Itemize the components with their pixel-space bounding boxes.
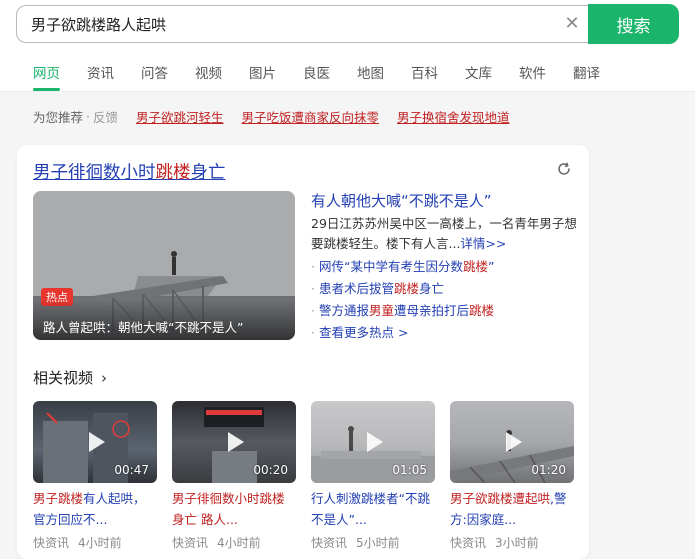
related-link[interactable]: · 患者术后拔管跳楼身亡 — [311, 278, 581, 300]
related-link-highlight: 跳楼 — [462, 259, 488, 274]
details-link[interactable]: 详情>> — [460, 236, 506, 251]
video-title-highlight: 男子徘徊数小时跳楼 — [172, 491, 285, 506]
video-title[interactable]: 男子徘徊数小时跳楼身亡 路人... — [172, 488, 296, 530]
tab-software[interactable]: 软件 — [519, 64, 546, 86]
related-link-text: 患者术后拔管 — [318, 281, 394, 296]
tab-medical[interactable]: 良医 — [303, 64, 330, 86]
video-time: 4小时前 — [217, 536, 261, 550]
video-thumbnail[interactable]: 01:20 — [450, 401, 574, 483]
tab-baike[interactable]: 百科 — [411, 64, 438, 86]
related-link-text: 网传“某中学有考生因分数 — [318, 259, 463, 274]
related-links: · 网传“某中学有考生因分数跳楼” · 患者术后拔管跳楼身亡 · 警方通报男童遭母亲拍… — [311, 256, 581, 344]
tab-map[interactable]: 地图 — [357, 64, 384, 86]
news-description-text: 29日江苏苏州吴中区一高楼上，一名青年男子想要跳楼轻生。楼下有人言... — [311, 216, 577, 251]
related-videos-label: 相关视频 — [33, 369, 94, 387]
search-button[interactable]: 搜索 — [588, 4, 679, 44]
person-figure — [172, 257, 176, 275]
top-bar: ✕ 搜索 网页 资讯 问答 视频 图片 良医 地图 百科 文库 软件 翻译 — [0, 0, 695, 92]
related-link-text: 遭母亲拍打后 — [394, 303, 470, 318]
video-title-highlight: 行人刺激跳楼 — [311, 491, 387, 506]
video-title[interactable]: 男子跳楼有人起哄，官方回应不... — [33, 488, 157, 530]
play-icon — [506, 432, 522, 452]
feedback-link[interactable]: 反馈 — [93, 107, 118, 126]
related-link-text: ” — [487, 259, 495, 274]
related-link-text: 身亡 — [419, 281, 445, 296]
video-item[interactable]: 01:05 行人刺激跳楼者“不跳不是人”... 快资讯 5小时前 — [311, 401, 435, 551]
recommend-separator: · — [86, 109, 90, 124]
tab-news[interactable]: 资讯 — [87, 64, 114, 86]
card-title-highlight: 跳楼 — [155, 163, 191, 183]
video-meta: 快资讯 4小时前 — [33, 534, 157, 551]
related-link-highlight: 男童 — [369, 303, 395, 318]
related-link[interactable]: · 警方通报男童遭母亲拍打后跳楼 — [311, 300, 581, 322]
more-hot-link[interactable]: · 查看更多热点 > — [311, 322, 581, 344]
tab-image[interactable]: 图片 — [249, 64, 276, 86]
video-title[interactable]: 男子欲跳楼遭起哄,警方:因家庭... — [450, 488, 574, 530]
video-title[interactable]: 行人刺激跳楼者“不跳不是人”... — [311, 488, 435, 530]
news-summary: 有人朝他大喊“不跳不是人” 29日江苏苏州吴中区一高楼上，一名青年男子想要跳楼轻… — [311, 191, 581, 344]
tab-wenku[interactable]: 文库 — [465, 64, 492, 86]
related-link[interactable]: · 网传“某中学有考生因分数跳楼” — [311, 256, 581, 278]
hot-news-card: 男子徘徊数小时跳楼身亡 热点 路人曾起哄：朝他大喊“不跳不是人” 有人朝他大喊“… — [17, 145, 589, 559]
news-description: 29日江苏苏州吴中区一高楼上，一名青年男子想要跳楼轻生。楼下有人言...详情>> — [311, 214, 581, 254]
video-time: 3小时前 — [495, 536, 539, 550]
video-meta: 快资讯 3小时前 — [450, 534, 574, 551]
chevron-right-icon: › — [101, 369, 108, 387]
search-input[interactable] — [31, 6, 551, 42]
recommend-link[interactable]: 男子吃饭遭商家反向抹零 — [242, 107, 380, 126]
news-title[interactable]: 有人朝他大喊“不跳不是人” — [311, 191, 581, 211]
recommend-link[interactable]: 男子欲跳河轻生 — [136, 107, 224, 126]
recommend-label: 为您推荐 — [33, 110, 84, 125]
video-duration: 00:47 — [114, 463, 149, 477]
recommend-link[interactable]: 男子换宿舍发现地道 — [397, 107, 510, 126]
nav-tabs: 网页 资讯 问答 视频 图片 良医 地图 百科 文库 软件 翻译 — [33, 64, 627, 86]
play-icon — [228, 432, 244, 452]
video-meta: 快资讯 5小时前 — [311, 534, 435, 551]
refresh-icon[interactable] — [556, 161, 572, 177]
video-time: 4小时前 — [78, 536, 122, 550]
play-icon — [89, 432, 105, 452]
recommendation-bar: 为您推荐 · 反馈 男子欲跳河轻生 男子吃饭遭商家反向抹零 男子换宿舍发现地道 — [33, 107, 510, 126]
video-title-highlight: 男子跳楼 — [33, 491, 84, 506]
play-icon — [367, 432, 383, 452]
hero-caption: 路人曾起哄：朝他大喊“不跳不是人” — [33, 300, 295, 340]
video-duration: 01:20 — [531, 463, 566, 477]
video-item[interactable]: 01:20 男子欲跳楼遭起哄,警方:因家庭... 快资讯 3小时前 — [450, 401, 574, 551]
video-time: 5小时前 — [356, 536, 400, 550]
video-item[interactable]: 00:47 男子跳楼有人起哄，官方回应不... 快资讯 4小时前 — [33, 401, 157, 551]
video-source: 快资讯 — [172, 536, 209, 550]
video-meta: 快资讯 4小时前 — [172, 534, 296, 551]
tab-translate[interactable]: 翻译 — [573, 64, 600, 86]
tab-web[interactable]: 网页 — [33, 64, 60, 86]
card-title-post: 身亡 — [190, 163, 226, 183]
video-source: 快资讯 — [33, 536, 70, 550]
video-title-text: 身亡 路人... — [172, 512, 238, 527]
close-icon[interactable]: ✕ — [563, 15, 581, 33]
video-source: 快资讯 — [450, 536, 487, 550]
video-thumbnail[interactable]: 00:47 — [33, 401, 157, 483]
more-hot-text: 查看更多热点 > — [318, 325, 409, 340]
search-box[interactable]: ✕ — [16, 5, 591, 43]
video-thumbnail[interactable]: 00:20 — [172, 401, 296, 483]
video-source: 快资讯 — [311, 536, 348, 550]
related-link-highlight: 跳楼 — [469, 303, 495, 318]
tab-video[interactable]: 视频 — [195, 64, 222, 86]
related-link-text: 警方通报 — [318, 303, 369, 318]
hero-image[interactable]: 热点 路人曾起哄：朝他大喊“不跳不是人” — [33, 191, 295, 340]
card-title-pre: 男子徘徊数小时 — [33, 163, 156, 183]
card-title[interactable]: 男子徘徊数小时跳楼身亡 — [33, 159, 226, 184]
video-thumbnail[interactable]: 01:05 — [311, 401, 435, 483]
active-tab-indicator — [33, 88, 60, 91]
related-link-highlight: 跳楼 — [394, 281, 420, 296]
video-item[interactable]: 00:20 男子徘徊数小时跳楼身亡 路人... 快资讯 4小时前 — [172, 401, 296, 551]
related-videos-heading[interactable]: 相关视频 › — [33, 367, 107, 388]
tab-qa[interactable]: 问答 — [141, 64, 168, 86]
video-duration: 00:20 — [253, 463, 288, 477]
video-title-highlight: 男子欲跳楼遭起哄 — [450, 491, 551, 506]
video-duration: 01:05 — [392, 463, 427, 477]
